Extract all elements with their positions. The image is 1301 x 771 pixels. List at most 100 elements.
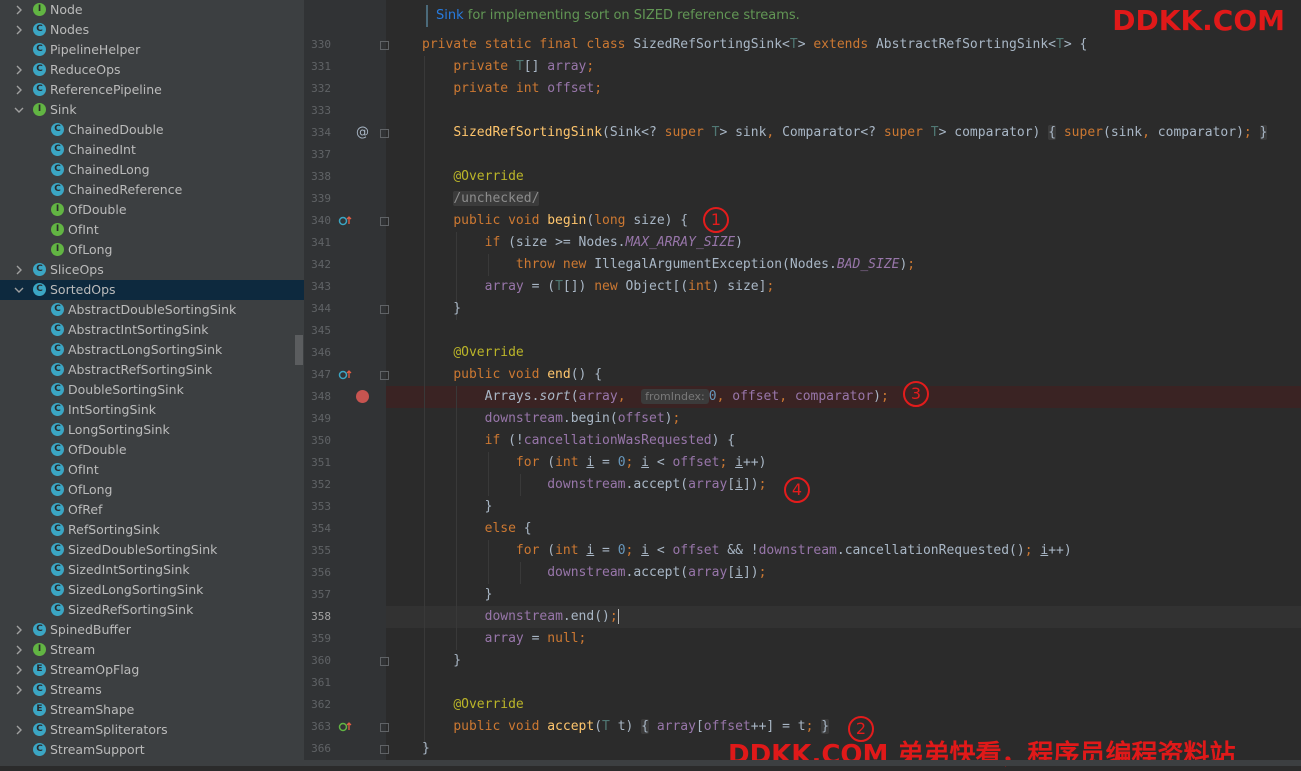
class-icon: C	[50, 322, 66, 338]
tree-item[interactable]: E StreamShape	[0, 700, 304, 720]
tree-item-label: SizedRefSortingSink	[68, 602, 194, 617]
tree-item[interactable]: C DoubleSortingSink	[0, 380, 304, 400]
fold-marker-icon[interactable]	[380, 723, 389, 732]
override-method-icon[interactable]	[338, 214, 352, 231]
tree-item-label: Sink	[50, 102, 77, 117]
fold-marker-icon[interactable]	[380, 371, 389, 380]
tree-item[interactable]: C OfLong	[0, 480, 304, 500]
chevron-right-icon[interactable]	[14, 64, 24, 76]
tree-item-label: Stream	[50, 642, 96, 657]
chevron-right-icon[interactable]	[14, 264, 24, 276]
doc-comment: Sink for implementing sort on SIZED refe…	[426, 5, 800, 27]
annotation-number: 1	[703, 207, 729, 233]
line-number: 344	[311, 302, 331, 315]
fold-marker-icon[interactable]	[380, 41, 389, 50]
fold-marker-icon[interactable]	[380, 305, 389, 314]
line-number: 337	[311, 148, 331, 161]
line-number: 331	[311, 60, 331, 73]
tree-item[interactable]: E StreamOpFlag	[0, 660, 304, 680]
tree-item[interactable]: C ReduceOps	[0, 60, 304, 80]
fold-marker-icon[interactable]	[380, 657, 389, 666]
tree-item[interactable]: C SizedLongSortingSink	[0, 580, 304, 600]
tree-item[interactable]: C Streams	[0, 680, 304, 700]
class-icon: C	[50, 402, 66, 418]
override-method-icon[interactable]	[338, 368, 352, 385]
tree-item[interactable]: C ChainedLong	[0, 160, 304, 180]
code-line: downstream.accept(array[i]);	[547, 477, 767, 492]
tree-item[interactable]: C StreamSupport	[0, 740, 304, 760]
tree-item[interactable]: I Node	[0, 0, 304, 20]
tree-item[interactable]: C OfRef	[0, 500, 304, 520]
tree-item[interactable]: C OfInt	[0, 460, 304, 480]
tree-item[interactable]: C ChainedInt	[0, 140, 304, 160]
tree-item[interactable]: C AbstractLongSortingSink	[0, 340, 304, 360]
interface-icon: I	[32, 642, 48, 658]
chevron-right-icon[interactable]	[14, 4, 24, 16]
chevron-down-icon[interactable]	[14, 104, 24, 116]
tree-item[interactable]: I OfInt	[0, 220, 304, 240]
interface-icon: I	[50, 222, 66, 238]
tree-item[interactable]: C LongSortingSink	[0, 420, 304, 440]
line-number: 355	[311, 544, 331, 557]
line-number: 347	[311, 368, 331, 381]
tree-item[interactable]: C OfDouble	[0, 440, 304, 460]
tree-item[interactable]: C AbstractRefSortingSink	[0, 360, 304, 380]
code-line: }	[422, 587, 493, 602]
tree-item[interactable]: I Stream	[0, 640, 304, 660]
line-number: 339	[311, 192, 331, 205]
tree-item[interactable]: I OfDouble	[0, 200, 304, 220]
chevron-right-icon[interactable]	[14, 684, 24, 696]
tree-item[interactable]: C AbstractDoubleSortingSink	[0, 300, 304, 320]
class-icon: C	[50, 342, 66, 358]
tree-item-label: ChainedLong	[68, 162, 150, 177]
class-icon: C	[50, 142, 66, 158]
tree-item[interactable]: C StreamSpliterators	[0, 720, 304, 740]
chevron-right-icon[interactable]	[14, 724, 24, 736]
tree-item[interactable]: C ChainedDouble	[0, 120, 304, 140]
class-icon: C	[50, 362, 66, 378]
tree-item[interactable]: C RefSortingSink	[0, 520, 304, 540]
tree-item-label: Node	[50, 2, 83, 17]
class-icon: C	[50, 422, 66, 438]
chevron-right-icon[interactable]	[14, 644, 24, 656]
chevron-right-icon[interactable]	[14, 624, 24, 636]
chevron-down-icon[interactable]	[14, 284, 24, 296]
fold-marker-icon[interactable]	[380, 217, 389, 226]
tree-item-label: OfDouble	[68, 202, 127, 217]
fold-marker-icon[interactable]	[380, 129, 389, 138]
line-number: 348	[311, 390, 331, 403]
tree-item[interactable]: C SliceOps	[0, 260, 304, 280]
tree-item[interactable]: C SortedOps	[0, 280, 304, 300]
tree-item-label: Nodes	[50, 22, 90, 37]
tree-item[interactable]: C ReferencePipeline	[0, 80, 304, 100]
breakpoint-icon[interactable]	[356, 390, 369, 403]
tree-item[interactable]: C AbstractIntSortingSink	[0, 320, 304, 340]
tree-item[interactable]: C SizedIntSortingSink	[0, 560, 304, 580]
line-number: 340	[311, 214, 331, 227]
tree-scrollbar[interactable]	[295, 335, 303, 365]
implement-method-icon[interactable]	[338, 720, 352, 737]
tree-item[interactable]: I OfLong	[0, 240, 304, 260]
tree-item-label: StreamSupport	[50, 742, 145, 757]
chevron-right-icon[interactable]	[14, 84, 24, 96]
horizontal-scrollbar[interactable]	[0, 760, 1301, 766]
tree-item[interactable]: C SizedDoubleSortingSink	[0, 540, 304, 560]
code-line: private int offset;	[453, 81, 603, 96]
code-line: public void begin(long size) {	[453, 213, 689, 228]
tree-item[interactable]: C PipelineHelper	[0, 40, 304, 60]
tree-item[interactable]: C SizedRefSortingSink	[0, 600, 304, 620]
tree-item-label: AbstractLongSortingSink	[68, 342, 223, 357]
fold-marker-icon[interactable]	[380, 745, 389, 754]
tree-item[interactable]: I Sink	[0, 100, 304, 120]
tree-item[interactable]: C Nodes	[0, 20, 304, 40]
tree-item[interactable]: C IntSortingSink	[0, 400, 304, 420]
tree-item[interactable]: C SpinedBuffer	[0, 620, 304, 640]
tree-item[interactable]: C ChainedReference	[0, 180, 304, 200]
tree-item-label: PipelineHelper	[50, 42, 141, 57]
chevron-right-icon[interactable]	[14, 664, 24, 676]
tree-item-label: AbstractRefSortingSink	[68, 362, 213, 377]
at-symbol-mark: @	[356, 125, 369, 140]
chevron-right-icon[interactable]	[14, 24, 24, 36]
line-number: 350	[311, 434, 331, 447]
code-line: }	[422, 499, 493, 514]
